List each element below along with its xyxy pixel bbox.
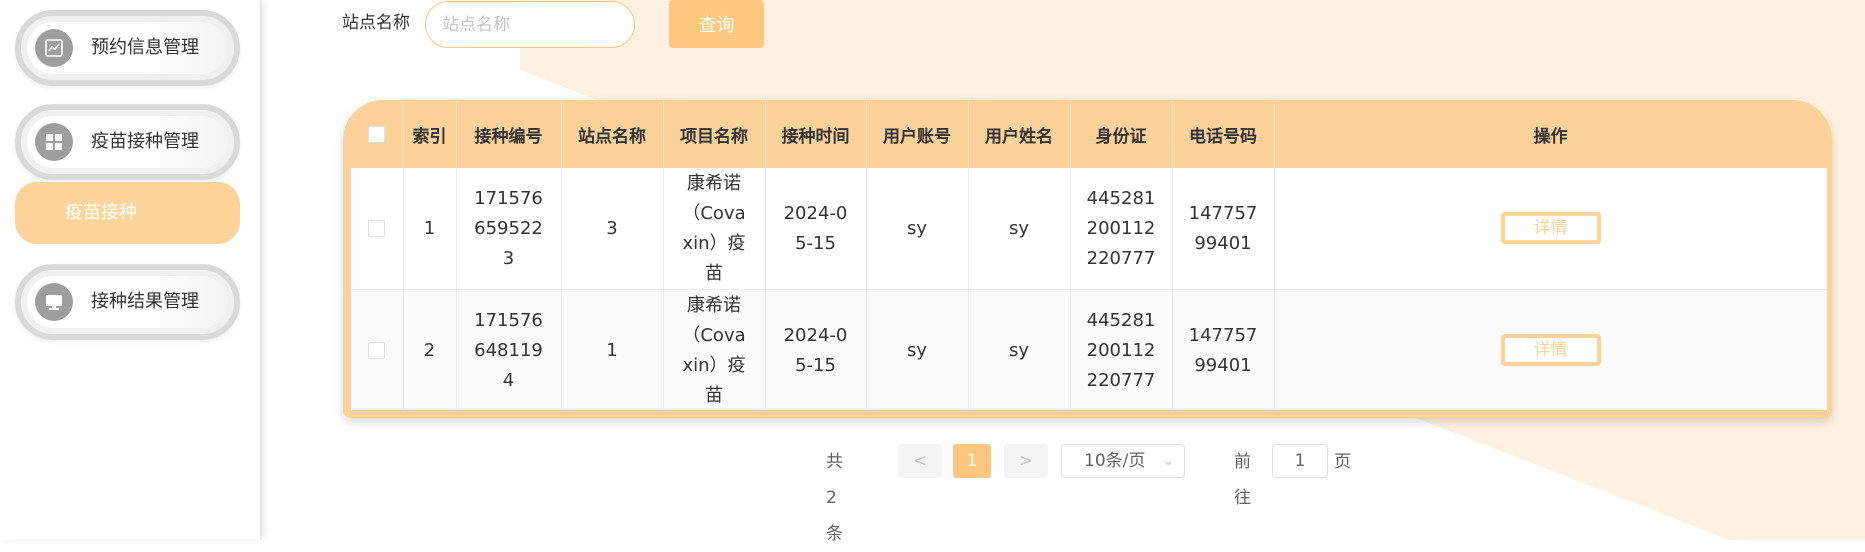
sidebar-item-label: 疫苗接种管理 (91, 131, 199, 152)
sidebar-item-results[interactable]: 接种结果管理 (15, 264, 240, 340)
detail-button[interactable]: 详情 (1500, 334, 1601, 366)
name-cell: sy (968, 168, 1071, 290)
detail-button[interactable]: 详情 (1500, 212, 1601, 244)
column-header: 索引 (403, 100, 457, 168)
time-cell: 2024-05-15 (765, 289, 867, 410)
table-header-row: 索引 接种编号 站点名称 项目名称 接种时间 用户账号 用户姓名 身份证 电话号… (351, 100, 1827, 168)
name-cell: sy (968, 289, 1071, 410)
goto-page-input[interactable] (1272, 444, 1328, 478)
goto-label: 前往 (1234, 452, 1251, 508)
table-row: 1 1715766595223 3 康希诺（Covaxin）疫苗 2024-05… (351, 168, 1827, 290)
phone-cell: 14775799401 (1172, 289, 1275, 410)
page-size-value: 10条/页 (1084, 451, 1146, 471)
column-header: 用户账号 (866, 100, 969, 168)
column-header: 项目名称 (663, 100, 766, 168)
account-cell: sy (866, 289, 969, 410)
site-name-search-input[interactable] (425, 1, 635, 48)
column-header: 电话号码 (1172, 100, 1275, 168)
time-cell: 2024-05-15 (765, 168, 867, 290)
column-header: 用户姓名 (968, 100, 1071, 168)
next-page-button[interactable]: > (1004, 444, 1048, 478)
sidebar: 预约信息管理 疫苗接种管理 疫苗接种 接种结果管理 (0, 0, 262, 540)
data-table-card: 索引 接种编号 站点名称 项目名称 接种时间 用户账号 用户姓名 身份证 电话号… (343, 100, 1832, 418)
code-cell: 1715766595223 (456, 168, 562, 290)
action-cell: 详情 (1274, 168, 1827, 290)
sidebar-item-vaccination[interactable]: 疫苗接种管理 (15, 104, 240, 180)
site-cell: 3 (561, 168, 664, 290)
grid-icon (35, 123, 73, 161)
sidebar-item-appointment[interactable]: 预约信息管理 (15, 10, 240, 86)
table-row: 2 1715766481194 1 康希诺（Covaxin）疫苗 2024-05… (351, 289, 1827, 410)
search-button[interactable]: 查询 (669, 0, 764, 48)
page-suffix: 页 (1334, 452, 1351, 472)
vaccination-table: 索引 接种编号 站点名称 项目名称 接种时间 用户账号 用户姓名 身份证 电话号… (351, 100, 1827, 410)
column-header: 接种时间 (765, 100, 867, 168)
row-checkbox[interactable] (368, 342, 386, 359)
chevron-down-icon: ⌄ (1162, 453, 1174, 469)
sidebar-item-label: 接种结果管理 (91, 291, 199, 312)
index-cell: 1 (403, 168, 457, 290)
action-cell: 详情 (1274, 289, 1827, 410)
account-cell: sy (866, 168, 969, 290)
trend-chart-icon (35, 29, 73, 67)
id-card-cell: 445281200112220777 (1070, 289, 1173, 410)
column-header: 身份证 (1070, 100, 1173, 168)
row-checkbox[interactable] (368, 220, 386, 237)
sidebar-subitem-vaccination[interactable]: 疫苗接种 (15, 182, 240, 244)
column-header: 操作 (1274, 100, 1827, 168)
id-card-cell: 445281200112220777 (1070, 168, 1173, 290)
select-all-checkbox[interactable] (368, 125, 386, 143)
search-label: 站点名称 (342, 13, 410, 33)
sidebar-item-label: 预约信息管理 (91, 37, 199, 58)
column-header: 接种编号 (456, 100, 562, 168)
pagination-total: 共 2 条 (826, 452, 843, 544)
sidebar-subitem-label: 疫苗接种 (65, 202, 137, 223)
project-cell: 康希诺（Covaxin）疫苗 (663, 168, 766, 290)
site-cell: 1 (561, 289, 664, 410)
select-all-cell (351, 100, 404, 168)
current-page-button[interactable]: 1 (953, 444, 991, 478)
project-cell: 康希诺（Covaxin）疫苗 (663, 289, 766, 410)
index-cell: 2 (403, 289, 457, 410)
monitor-icon (35, 283, 73, 321)
prev-page-button[interactable]: < (898, 444, 942, 478)
code-cell: 1715766481194 (456, 289, 562, 410)
column-header: 站点名称 (561, 100, 664, 168)
page-size-select[interactable]: 10条/页 ⌄ (1061, 444, 1185, 478)
phone-cell: 14775799401 (1172, 168, 1275, 290)
